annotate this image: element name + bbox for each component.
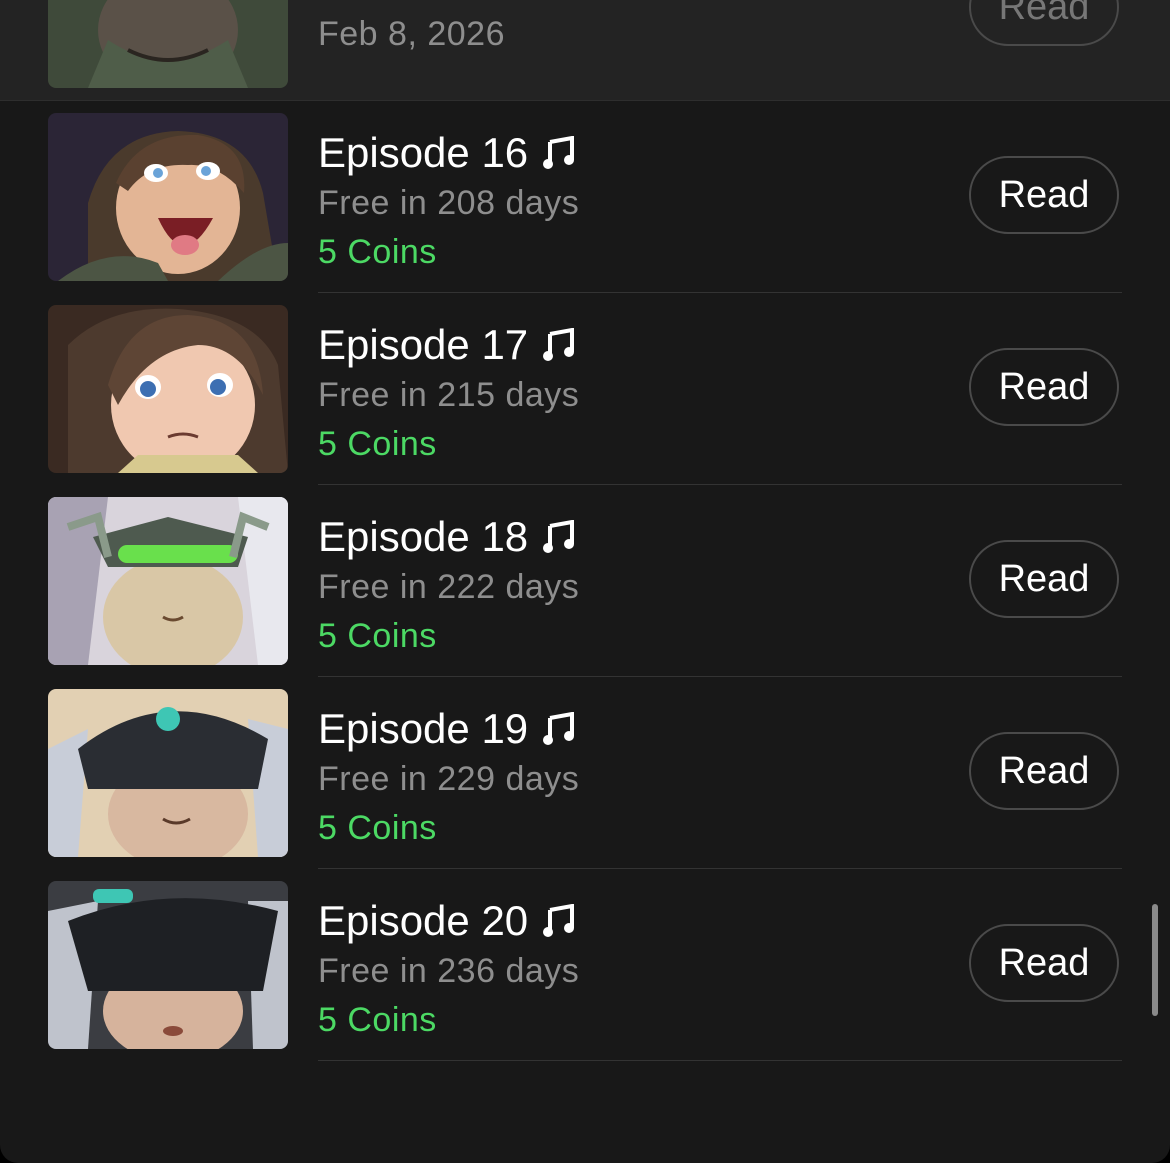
free-countdown: Free in 222 days — [318, 568, 580, 606]
episode-thumbnail — [48, 305, 288, 473]
music-note-icon — [542, 136, 576, 170]
episode-row[interactable]: Episode 18 Free in 222 days 5 Coins Read — [0, 485, 1170, 677]
episode-title: Episode 19 — [318, 705, 576, 753]
episode-thumbnail — [48, 881, 288, 1049]
thumbnail-art — [48, 305, 288, 473]
music-note-icon — [542, 904, 576, 938]
thumbnail-art — [48, 0, 288, 88]
thumbnail-art — [48, 497, 288, 665]
episode-row[interactable]: Episode 17 Free in 215 days 5 Coins Read — [0, 293, 1170, 485]
read-button[interactable]: Read — [969, 0, 1119, 46]
row-divider — [318, 1060, 1122, 1061]
free-countdown: Free in 215 days — [318, 376, 580, 414]
music-note-icon — [542, 520, 576, 554]
free-countdown: Free in 229 days — [318, 760, 580, 798]
read-button[interactable]: Read — [969, 924, 1119, 1002]
coin-price: 5 Coins — [318, 809, 437, 847]
episode-thumbnail — [48, 0, 288, 88]
previous-episode-row[interactable]: Feb 8, 2026 Read — [0, 0, 1170, 101]
read-button[interactable]: Read — [969, 348, 1119, 426]
episode-thumbnail — [48, 497, 288, 665]
coin-price: 5 Coins — [318, 233, 437, 271]
thumbnail-art — [48, 689, 288, 857]
free-countdown: Free in 208 days — [318, 184, 580, 222]
episode-row[interactable]: Episode 19 Free in 229 days 5 Coins Read — [0, 677, 1170, 869]
music-note-icon — [542, 328, 576, 362]
episode-title: Episode 18 — [318, 513, 576, 561]
episode-title: Episode 17 — [318, 321, 576, 369]
read-button[interactable]: Read — [969, 156, 1119, 234]
episode-thumbnail — [48, 689, 288, 857]
music-note-icon — [542, 712, 576, 746]
read-button[interactable]: Read — [969, 732, 1119, 810]
episode-row[interactable]: Episode 16 Free in 208 days 5 Coins Read — [0, 101, 1170, 293]
coin-price: 5 Coins — [318, 1001, 437, 1039]
episode-release-date: Feb 8, 2026 — [318, 15, 505, 53]
scrollbar-thumb[interactable] — [1152, 904, 1158, 1016]
coin-price: 5 Coins — [318, 617, 437, 655]
coin-price: 5 Coins — [318, 425, 437, 463]
episode-list-screen: Feb 8, 2026 Read Episode 16 Free in 208 … — [0, 0, 1170, 1163]
episode-title: Episode 20 — [318, 897, 576, 945]
thumbnail-art — [48, 881, 288, 1049]
episode-thumbnail — [48, 113, 288, 281]
episode-row[interactable]: Episode 20 Free in 236 days 5 Coins Read — [0, 869, 1170, 1061]
episode-title: Episode 16 — [318, 129, 576, 177]
thumbnail-art — [48, 113, 288, 281]
read-button[interactable]: Read — [969, 540, 1119, 618]
free-countdown: Free in 236 days — [318, 952, 580, 990]
